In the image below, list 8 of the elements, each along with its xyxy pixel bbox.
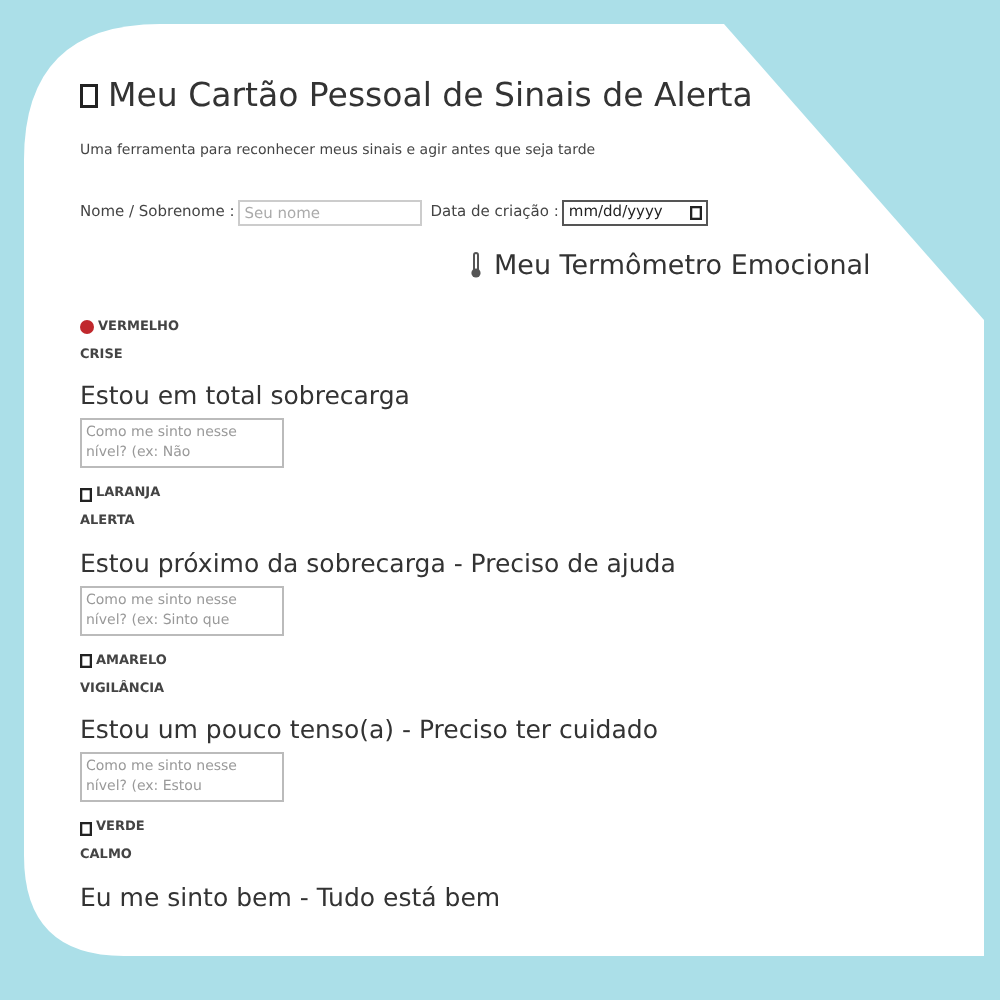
section-title: Meu Termômetro Emocional [494, 247, 871, 285]
page-title: Meu Cartão Pessoal de Sinais de Alerta [108, 76, 753, 116]
calendar-icon [690, 205, 703, 219]
level-heading: Eu me sinto bem - Tudo está bem [80, 881, 503, 912]
level-heading: Estou em total sobrecarga [80, 380, 412, 411]
level-heading: Estou próximo da sobrecarga - Preciso de ajuda [80, 547, 678, 578]
thermometer-icon [470, 252, 482, 279]
level-heading: Estou um pouco tenso(a) - Preciso ter cuidado [80, 714, 660, 745]
